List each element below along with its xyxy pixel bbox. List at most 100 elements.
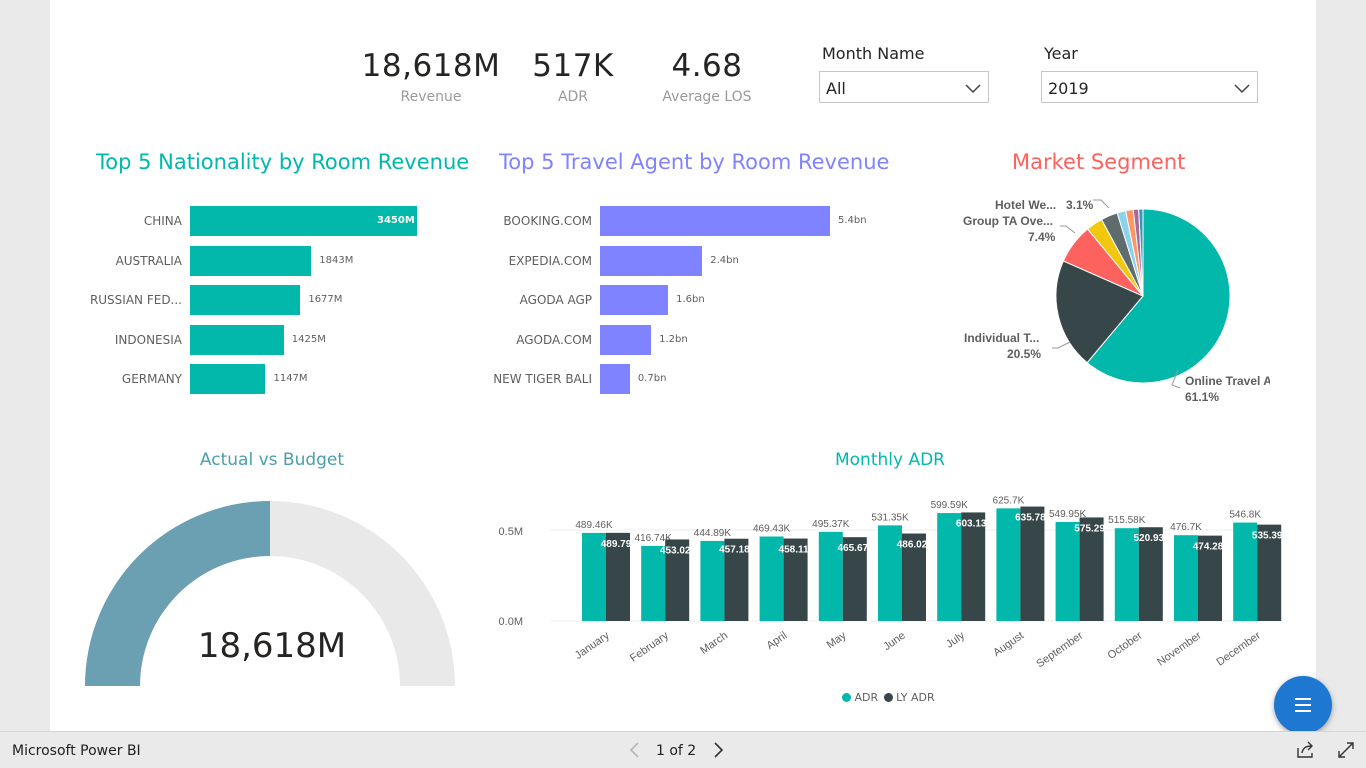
month-slicer-value: All xyxy=(826,79,846,98)
ly-adr-value-label: 458.11 xyxy=(779,545,809,556)
gauge-title: Actual vs Budget xyxy=(199,450,345,470)
segment-pie-chart[interactable]: Hotel We... 3.1% Group TA Ove... 7.4% In… xyxy=(890,190,1270,415)
ly-adr-value-label: 535.39 xyxy=(1252,531,1283,542)
bar-value-label: 1425M xyxy=(291,333,326,345)
bar-value-label: 1677M xyxy=(308,294,343,305)
pie-pct-hotel: 3.1% xyxy=(1066,198,1094,212)
adr-value-label: 444.89K xyxy=(694,528,732,539)
ly-adr-value-label: 635.78 xyxy=(1015,513,1046,524)
pie-label-ota: Online Travel Agent xyxy=(1185,374,1270,388)
pie-pct-ota: 61.1% xyxy=(1185,390,1219,404)
monthly-adr-chart[interactable]: 0.5M 0.0M 489.46K489.79January416.74K453… xyxy=(490,480,1290,680)
ly-adr-value-label: 453.02 xyxy=(660,545,691,556)
bar-value-label: 5.4bn xyxy=(838,215,867,226)
bar-value-label: 1147M xyxy=(273,373,308,384)
share-button[interactable] xyxy=(1296,741,1316,763)
adr-value-label: 489.46K xyxy=(575,520,613,531)
year-slicer-title: Year xyxy=(1044,44,1078,63)
bar-value-label: 0.7bn xyxy=(637,373,667,384)
legend-ly-adr-marker xyxy=(883,693,893,702)
adr-value-label: 546.8K xyxy=(1229,510,1261,521)
kpi-revenue-label: Revenue xyxy=(400,89,462,105)
chevron-down-icon xyxy=(964,80,982,99)
previous-page-button[interactable] xyxy=(626,740,644,764)
pie-label-hotel: Hotel We... xyxy=(995,198,1056,212)
bar-category-label: AUSTRALIA xyxy=(115,253,182,268)
next-page-button[interactable] xyxy=(710,740,728,764)
kpi-revenue-card: 18,618M Revenue xyxy=(351,48,511,105)
pie-pct-group: 7.4% xyxy=(1028,230,1056,244)
fullscreen-button[interactable] xyxy=(1337,741,1355,763)
adr-bar[interactable] xyxy=(1055,522,1080,621)
bar-value-label: 1.6bn xyxy=(676,294,705,305)
menu-button[interactable] xyxy=(1274,676,1332,734)
month-slicer-title: Month Name xyxy=(822,44,925,63)
bar-category-label: AGODA AGP xyxy=(519,293,592,307)
bar-category-label: EXPEDIA.COM xyxy=(508,253,592,268)
adr-value-label: 531.35K xyxy=(871,512,909,523)
bar-category-label: BOOKING.COM xyxy=(503,214,592,228)
bar-category-label: NEW TIGER BALI xyxy=(493,372,592,386)
app-name: Microsoft Power BI xyxy=(12,743,141,759)
bar-category-label: INDONESIA xyxy=(114,332,182,347)
legend-adr-marker xyxy=(842,693,851,702)
adr-value-label: 495.37K xyxy=(812,519,850,530)
bar-value-label: 1.2bn xyxy=(659,333,688,345)
month-axis-label: January xyxy=(573,629,612,662)
gauge-value: 18,618M xyxy=(197,626,347,666)
bar[interactable] xyxy=(190,245,312,276)
kpi-revenue-value: 18,618M xyxy=(361,48,501,84)
year-slicer-dropdown[interactable]: 2019 xyxy=(1041,71,1258,103)
month-axis-label: March xyxy=(698,630,730,657)
page-indicator: 1 of 2 xyxy=(656,743,697,759)
bar[interactable] xyxy=(600,285,669,315)
adr-bar[interactable] xyxy=(641,545,666,621)
month-slicer-dropdown[interactable]: All xyxy=(819,71,989,103)
ly-adr-value-label: 457.18 xyxy=(719,545,750,556)
bar-value-label: 3450M xyxy=(377,215,415,226)
adr-ytick-label: 0.0M xyxy=(499,616,523,628)
pie-pct-individual: 20.5% xyxy=(1007,347,1041,361)
bar-category-label: AGODA.COM xyxy=(516,332,592,347)
bar[interactable] xyxy=(190,364,266,394)
ly-adr-value-label: 474.28 xyxy=(1193,542,1224,553)
kpi-los-label: Average LOS xyxy=(662,89,752,105)
bar[interactable] xyxy=(190,324,284,355)
pie-label-group: Group TA Ove... xyxy=(963,214,1053,228)
adr-bar[interactable] xyxy=(996,508,1021,621)
ly-adr-bar[interactable] xyxy=(1020,506,1045,621)
expand-icon xyxy=(1338,742,1354,758)
segment-chart-title: Market Segment xyxy=(1012,150,1186,174)
share-icon xyxy=(1297,741,1313,758)
bar[interactable] xyxy=(600,324,652,355)
hamburger-icon xyxy=(1295,698,1311,712)
bar-category-label: GERMANY xyxy=(121,372,182,386)
bar[interactable] xyxy=(600,245,703,276)
bar[interactable] xyxy=(600,206,830,236)
adr-ytick-label: 0.5M xyxy=(499,526,523,538)
ly-adr-value-label: 489.79 xyxy=(601,539,632,550)
bar[interactable] xyxy=(190,285,301,315)
bar-category-label: RUSSIAN FED... xyxy=(89,293,182,307)
month-axis-label: August xyxy=(991,630,1026,659)
agent-bar-chart[interactable]: BOOKING.COM 5.4bn EXPEDIA.COM 2.4bn AGODA AG… xyxy=(470,200,890,400)
pie-label-individual: Individual T... xyxy=(964,331,1039,345)
legend-adr-label: ADR xyxy=(854,691,879,704)
ly-adr-value-label: 520.93 xyxy=(1134,533,1165,544)
adr-value-label: 469.43K xyxy=(753,524,791,535)
month-axis-label: September xyxy=(1034,629,1085,670)
monthly-adr-title: Monthly ADR xyxy=(834,450,945,470)
year-slicer-value: 2019 xyxy=(1048,79,1089,98)
kpi-los-value: 4.68 xyxy=(671,48,743,84)
month-axis-label: June xyxy=(881,630,907,654)
chevron-left-icon xyxy=(629,742,639,758)
ly-adr-value-label: 575.29 xyxy=(1074,523,1105,534)
month-axis-label: December xyxy=(1214,629,1263,668)
month-axis-label: February xyxy=(628,629,671,664)
nationality-bar-chart[interactable]: CHINA 3450M AUSTRALIA 1843M RUSSIAN FED... 16… xyxy=(50,200,490,400)
bar[interactable] xyxy=(600,364,630,394)
ly-adr-value-label: 603.13 xyxy=(956,518,987,529)
kpi-los-card: 4.68 Average LOS xyxy=(627,48,787,105)
adr-value-label: 515.58K xyxy=(1108,515,1146,526)
bar-value-label: 1843M xyxy=(319,254,354,266)
